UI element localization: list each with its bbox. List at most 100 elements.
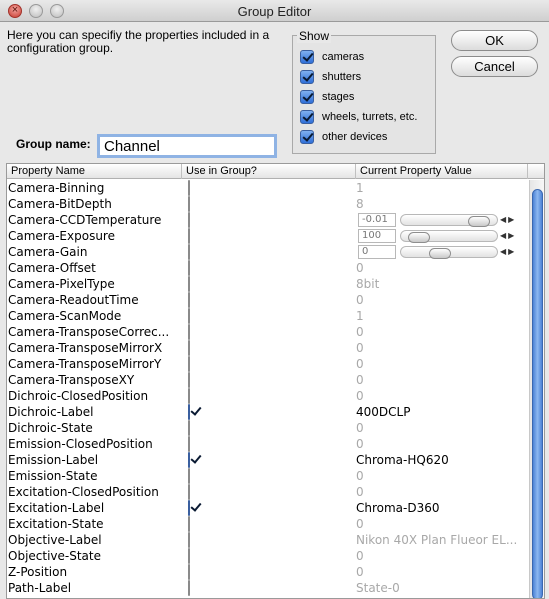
table-row[interactable]: Camera-PixelType 8bit xyxy=(7,276,528,292)
use-in-group-checkbox[interactable] xyxy=(188,260,190,276)
use-in-group-checkbox[interactable] xyxy=(188,516,190,532)
property-value-cell[interactable]: 400DCLP xyxy=(356,404,526,420)
slider-knob[interactable] xyxy=(429,248,451,259)
property-value-cell[interactable]: 0 xyxy=(356,372,526,388)
use-in-group-checkbox[interactable] xyxy=(188,564,190,580)
value-slider-control[interactable]: -0.01 ◀▶ xyxy=(358,213,528,227)
table-row[interactable]: Camera-CCDTemperature -0.01 ◀▶ xyxy=(7,212,528,228)
use-in-group-checkbox[interactable] xyxy=(188,388,190,404)
property-value-cell[interactable]: 0 xyxy=(356,548,526,564)
value-slider-control[interactable]: 0 ◀▶ xyxy=(358,245,528,259)
table-row[interactable]: Emission-State 0 xyxy=(7,468,528,484)
use-in-group-checkbox[interactable] xyxy=(188,324,190,340)
use-in-group-checkbox[interactable] xyxy=(188,532,190,548)
value-number-field[interactable]: 100 xyxy=(358,229,396,243)
use-in-group-checkbox[interactable] xyxy=(188,452,190,468)
slider-knob[interactable] xyxy=(468,216,490,227)
use-in-group-checkbox[interactable] xyxy=(188,308,190,324)
property-value-cell[interactable]: 0 xyxy=(356,564,526,580)
property-value-cell[interactable]: 0 xyxy=(356,420,526,436)
use-in-group-checkbox[interactable] xyxy=(188,228,190,244)
table-row[interactable]: Excitation-State 0 xyxy=(7,516,528,532)
table-row[interactable]: Camera-Exposure 100 ◀▶ xyxy=(7,228,528,244)
property-value-cell[interactable]: 0 xyxy=(356,468,526,484)
ok-button[interactable]: OK xyxy=(451,30,538,51)
property-value-cell[interactable]: 0 xyxy=(356,388,526,404)
property-value-cell[interactable]: 0 xyxy=(356,516,526,532)
show-shutters-checkbox[interactable]: shutters xyxy=(300,69,361,85)
column-header-property-name[interactable]: Property Name xyxy=(7,164,182,179)
table-row[interactable]: Camera-ScanMode 1 xyxy=(7,308,528,324)
property-value-cell[interactable]: 1 xyxy=(356,308,526,324)
property-value-cell[interactable]: Nikon 40X Plan Flueor EL... xyxy=(356,532,526,548)
use-in-group-checkbox[interactable] xyxy=(188,580,190,596)
show-other-devices-checkbox[interactable]: other devices xyxy=(300,129,387,145)
table-row[interactable]: Z-Position 0 xyxy=(7,564,528,580)
table-row[interactable]: Excitation-Label Chroma-D360 xyxy=(7,500,528,516)
table-row[interactable]: Emission-Label Chroma-HQ620 xyxy=(7,452,528,468)
use-in-group-checkbox[interactable] xyxy=(188,276,190,292)
table-row[interactable]: Camera-TransposeMirrorX 0 xyxy=(7,340,528,356)
slider-track[interactable] xyxy=(400,246,498,259)
use-in-group-checkbox[interactable] xyxy=(188,484,190,500)
show-stages-checkbox[interactable]: stages xyxy=(300,89,354,105)
table-row[interactable]: Camera-BitDepth 8 xyxy=(7,196,528,212)
table-row[interactable]: Camera-ReadoutTime 0 xyxy=(7,292,528,308)
slider-knob[interactable] xyxy=(408,232,430,243)
property-value-cell[interactable]: 0 xyxy=(356,324,526,340)
use-in-group-checkbox[interactable] xyxy=(188,292,190,308)
use-in-group-checkbox[interactable] xyxy=(188,468,190,484)
table-row[interactable]: Dichroic-ClosedPosition 0 xyxy=(7,388,528,404)
property-value-cell[interactable]: 8bit xyxy=(356,276,526,292)
table-row[interactable]: Camera-TransposeMirrorY 0 xyxy=(7,356,528,372)
table-row[interactable]: Path-Label State-0 xyxy=(7,580,528,596)
table-row[interactable]: Excitation-ClosedPosition 0 xyxy=(7,484,528,500)
table-row[interactable]: Objective-State 0 xyxy=(7,548,528,564)
table-row[interactable]: Camera-TransposeCorrec... 0 xyxy=(7,324,528,340)
use-in-group-checkbox[interactable] xyxy=(188,196,190,212)
property-value-cell[interactable]: 0 xyxy=(356,292,526,308)
slider-step-arrows-icon[interactable]: ◀▶ xyxy=(500,213,528,227)
property-value-cell[interactable]: 0 xyxy=(356,484,526,500)
scrollbar-thumb[interactable] xyxy=(532,189,543,598)
value-slider-control[interactable]: 100 ◀▶ xyxy=(358,229,528,243)
use-in-group-checkbox[interactable] xyxy=(188,244,190,260)
use-in-group-checkbox[interactable] xyxy=(188,372,190,388)
value-number-field[interactable]: -0.01 xyxy=(358,213,396,227)
table-row[interactable]: Objective-Label Nikon 40X Plan Flueor EL.… xyxy=(7,532,528,548)
slider-track[interactable] xyxy=(400,214,498,227)
property-value-cell[interactable]: 0 xyxy=(356,340,526,356)
property-value-cell[interactable]: 0 xyxy=(356,356,526,372)
property-value-cell[interactable]: 1 xyxy=(356,180,526,196)
use-in-group-checkbox[interactable] xyxy=(188,356,190,372)
slider-step-arrows-icon[interactable]: ◀▶ xyxy=(500,245,528,259)
property-value-cell[interactable]: Chroma-D360 xyxy=(356,500,526,516)
show-cameras-checkbox[interactable]: cameras xyxy=(300,49,364,65)
use-in-group-checkbox[interactable] xyxy=(188,436,190,452)
column-header-use-in-group[interactable]: Use in Group? xyxy=(182,164,356,179)
value-number-field[interactable]: 0 xyxy=(358,245,396,259)
vertical-scrollbar[interactable] xyxy=(529,180,544,598)
slider-track[interactable] xyxy=(400,230,498,243)
table-row[interactable]: Camera-TransposeXY 0 xyxy=(7,372,528,388)
property-value-cell[interactable]: 8 xyxy=(356,196,526,212)
show-wheels-checkbox[interactable]: wheels, turrets, etc. xyxy=(300,109,417,125)
table-row[interactable]: Emission-ClosedPosition 0 xyxy=(7,436,528,452)
table-row[interactable]: Dichroic-State 0 xyxy=(7,420,528,436)
slider-step-arrows-icon[interactable]: ◀▶ xyxy=(500,229,528,243)
property-value-cell[interactable]: 0 xyxy=(356,260,526,276)
property-value-cell[interactable]: State-0 xyxy=(356,580,526,596)
use-in-group-checkbox[interactable] xyxy=(188,420,190,436)
table-row[interactable]: Camera-Gain 0 ◀▶ xyxy=(7,244,528,260)
use-in-group-checkbox[interactable] xyxy=(188,500,190,516)
table-row[interactable]: Camera-Offset 0 xyxy=(7,260,528,276)
use-in-group-checkbox[interactable] xyxy=(188,548,190,564)
property-value-cell[interactable]: 0 xyxy=(356,436,526,452)
use-in-group-checkbox[interactable] xyxy=(188,180,190,196)
table-row[interactable]: Dichroic-Label 400DCLP xyxy=(7,404,528,420)
use-in-group-checkbox[interactable] xyxy=(188,212,190,228)
property-value-cell[interactable]: Chroma-HQ620 xyxy=(356,452,526,468)
use-in-group-checkbox[interactable] xyxy=(188,404,190,420)
group-name-input[interactable] xyxy=(97,134,277,158)
column-header-current-value[interactable]: Current Property Value xyxy=(356,164,528,179)
